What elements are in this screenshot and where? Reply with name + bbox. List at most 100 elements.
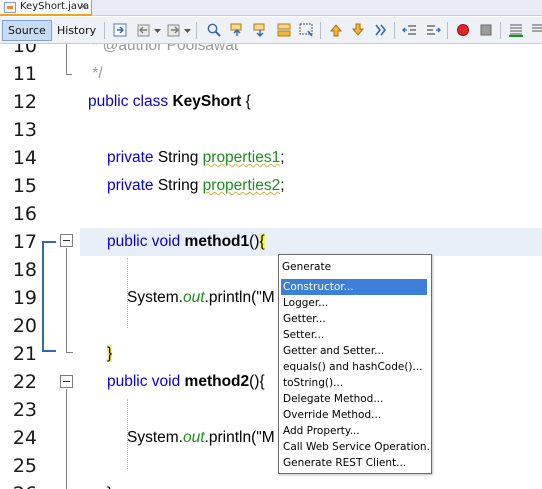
line-number: 14 [12, 147, 37, 169]
line-number: 19 [12, 287, 37, 309]
comment-icon[interactable] [508, 22, 524, 38]
generate-options-list: Constructor... Logger... Getter... Sette… [279, 279, 431, 471]
code-line: private String properties1; [107, 144, 285, 172]
toggle-rectangular-selection-icon[interactable] [298, 22, 314, 38]
line-number: 20 [12, 315, 37, 337]
stop-macro-icon[interactable] [478, 22, 494, 38]
line-number: 17 [12, 231, 37, 253]
fold-line [66, 44, 67, 74]
code-editor[interactable]: 10 11 12 13 14 15 16 17 18 19 20 21 22 2… [0, 44, 542, 489]
code-keyword: public void [107, 373, 185, 390]
menu-item-setter[interactable]: Setter... [279, 327, 431, 343]
fold-line [66, 248, 67, 352]
code-text: .println("M [204, 429, 275, 446]
code-line: public void method2(){ [107, 368, 265, 396]
collapse-fold-icon[interactable] [60, 234, 73, 247]
toolbar-separator [447, 22, 448, 39]
next-bookmark-icon[interactable] [350, 22, 366, 38]
method-scope-line [42, 350, 56, 352]
code-text: ; [280, 177, 285, 194]
code-keyword: public void [107, 233, 185, 250]
shift-right-icon[interactable] [425, 22, 441, 38]
code-line: System.out.println("M [127, 284, 275, 312]
menu-item-delegate-method[interactable]: Delegate Method... [279, 391, 431, 407]
fold-line [66, 74, 72, 75]
code-method-name: method1 [184, 233, 250, 250]
code-type: String [157, 177, 203, 194]
matching-brace: { [259, 233, 265, 250]
fold-line [66, 389, 67, 489]
last-edit-icon[interactable] [112, 22, 128, 38]
code-text: System. [127, 429, 183, 446]
find-previous-icon[interactable] [229, 22, 245, 38]
line-number: 12 [12, 91, 37, 113]
menu-item-constructor[interactable]: Constructor... [281, 279, 427, 295]
forward-icon[interactable] [166, 22, 182, 38]
menu-item-override-method[interactable]: Override Method... [279, 407, 431, 423]
code-line: * @author Poolsawat [88, 44, 239, 54]
line-number: 23 [12, 399, 37, 421]
chevron-down-icon[interactable] [184, 28, 191, 34]
generate-popup-menu: Generate Constructor... Logger... Getter… [278, 254, 432, 474]
toolbar-separator [104, 22, 105, 39]
source-view-button[interactable]: Source [2, 20, 52, 41]
matching-brace: } [107, 345, 113, 362]
menu-item-getter-and-setter[interactable]: Getter and Setter... [279, 343, 431, 359]
menu-item-getter[interactable]: Getter... [279, 311, 431, 327]
code-keyword: private [107, 149, 158, 166]
method-scope-line [42, 241, 44, 352]
code-static-field: out [182, 289, 205, 306]
history-view-button[interactable]: History [51, 20, 102, 41]
toggle-highlight-icon[interactable] [276, 22, 292, 38]
code-class-name: KeyShort [172, 93, 242, 110]
code-text: ; [280, 149, 285, 166]
line-number: 18 [12, 259, 37, 281]
code-line: } [107, 340, 113, 368]
toolbar-separator [500, 22, 501, 39]
collapse-fold-icon[interactable] [60, 375, 73, 388]
find-selection-icon[interactable] [206, 22, 222, 38]
toolbar-separator [320, 22, 321, 39]
menu-item-add-property[interactable]: Add Property... [279, 423, 431, 439]
line-number: 25 [12, 455, 37, 477]
close-icon[interactable]: ✕ [78, 2, 89, 13]
code-keyword: private [107, 177, 158, 194]
popup-title: Generate [282, 261, 332, 273]
shift-left-icon[interactable] [402, 22, 418, 38]
fold-line [66, 352, 73, 353]
menu-item-generate-rest-client[interactable]: Generate REST Client... [279, 455, 431, 471]
menu-item-equals-hashcode[interactable]: equals() and hashCode()... [279, 359, 431, 375]
uncomment-icon[interactable] [530, 22, 542, 38]
back-icon[interactable] [136, 22, 152, 38]
editor-tab-strip: KeyShort.java ✕ [0, 0, 542, 16]
code-line: private String properties2; [107, 172, 285, 200]
toolbar-separator [394, 22, 395, 39]
toggle-bookmark-icon[interactable] [372, 22, 388, 38]
previous-bookmark-icon[interactable] [328, 22, 344, 38]
code-method-name: method2 [184, 373, 250, 390]
find-next-icon[interactable] [252, 22, 268, 38]
menu-item-logger[interactable]: Logger... [279, 295, 431, 311]
line-number: 10 [12, 44, 37, 57]
line-number: 26 [0, 480, 40, 489]
line-number: 13 [12, 119, 37, 141]
code-field: properties2 [202, 177, 281, 194]
line-number: 11 [12, 63, 37, 85]
code-static-field: out [182, 429, 205, 446]
code-keyword: public class [88, 93, 173, 110]
code-line: System.out.println("M [127, 424, 275, 452]
code-text: (){ [249, 373, 265, 390]
code-text: { [241, 93, 251, 110]
code-text: .println("M [204, 289, 275, 306]
toolbar-separator [196, 22, 197, 39]
chevron-down-icon[interactable] [154, 28, 161, 34]
code-field: properties1 [202, 149, 281, 166]
menu-item-call-web-service[interactable]: Call Web Service Operation... [279, 439, 431, 455]
menu-item-tostring[interactable]: toString()... [279, 375, 431, 391]
file-tab-keyshort[interactable]: KeyShort.java ✕ [0, 0, 92, 16]
start-macro-icon[interactable] [455, 22, 471, 38]
java-file-icon [4, 2, 16, 13]
code-line: */ [88, 65, 103, 82]
method-scope-line [42, 241, 56, 243]
code-line: public class KeyShort { [88, 88, 251, 116]
